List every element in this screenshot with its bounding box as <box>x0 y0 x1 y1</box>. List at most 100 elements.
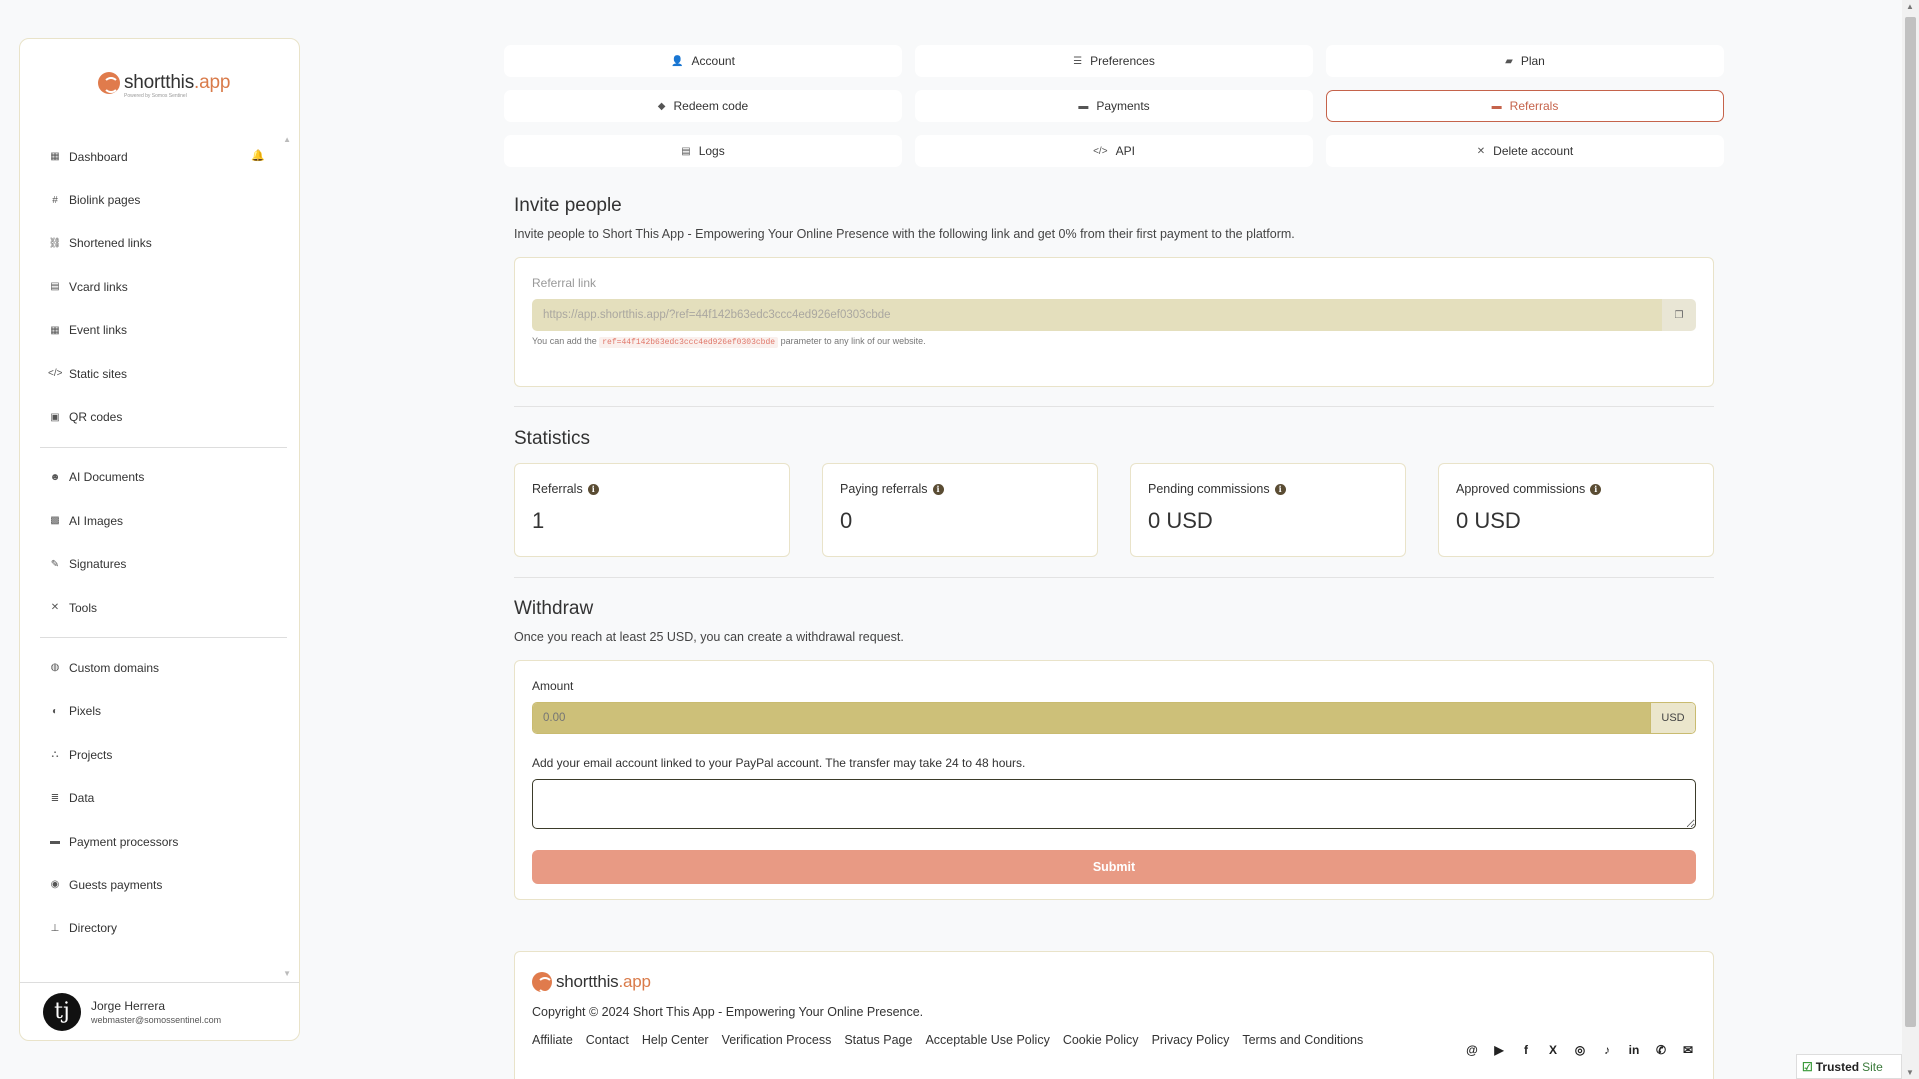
sidebar-item-shortened-links[interactable]: ⛓ Shortened links <box>30 222 283 265</box>
nav-divider <box>40 637 287 639</box>
sidebar-item-vcard-links[interactable]: ▤ Vcard links <box>30 265 283 308</box>
referral-link-input[interactable] <box>532 299 1662 331</box>
amount-input[interactable] <box>533 703 1650 733</box>
sidebar-item-payment-processors[interactable]: ▬ Payment processors <box>30 820 283 863</box>
tab-label: Redeem code <box>673 99 749 113</box>
hashtag-icon: # <box>52 194 58 206</box>
trustedsite-badge[interactable]: ☑ Trusted Site <box>1796 1054 1902 1079</box>
logo-mark-icon <box>532 972 553 993</box>
tab-label: Account <box>691 54 735 68</box>
sidebar-item-directory[interactable]: ⊥ Directory <box>30 907 283 950</box>
robot-icon: ☻ <box>49 471 61 483</box>
sidebar-item-tools[interactable]: ✕ Tools <box>30 586 283 629</box>
qrcode-icon: ▣ <box>50 411 60 423</box>
statistics-cards: Referrals i 1 Paying referrals i 0 Pending com… <box>514 463 1714 557</box>
sidebar-item-biolink-pages[interactable]: # Biolink pages <box>30 178 283 221</box>
stat-value: 1 <box>532 508 545 533</box>
tab-redeem-code[interactable]: ◆ Redeem code <box>504 90 902 122</box>
facebook-icon[interactable]: f <box>1518 1042 1534 1058</box>
stat-card: Paying referrals i 0 <box>822 463 1098 557</box>
signature-icon: ✎ <box>50 558 60 570</box>
sidebar-item-label: Data <box>69 791 95 806</box>
withdraw-form: Amount USD Add your email account linked… <box>514 660 1714 900</box>
invite-description: Invite people to Short This App - Empowe… <box>514 227 1295 241</box>
tiktok-icon[interactable]: ♪ <box>1599 1042 1615 1058</box>
sidebar-item-signatures[interactable]: ✎ Signatures <box>30 543 283 586</box>
vcard-icon: ▤ <box>50 281 60 293</box>
social-links: @ ▶ f X ◎ ♪ in ✆ ✉ <box>1464 1042 1696 1058</box>
nav-scroll-up-icon[interactable]: ▲ <box>283 135 291 144</box>
sidebar-item-event-links[interactable]: ▦ Event links <box>30 309 283 352</box>
tab-payments[interactable]: ▬ Payments <box>915 90 1313 122</box>
stat-card: Pending commissions i 0 USD <box>1130 463 1406 557</box>
sidebar-item-guests-payments[interactable]: ◉ Guests payments <box>30 863 283 906</box>
footer-link-status-page[interactable]: Status Page <box>844 1033 912 1047</box>
instagram-icon[interactable]: ◎ <box>1572 1042 1588 1058</box>
whatsapp-icon[interactable]: ✆ <box>1653 1042 1669 1058</box>
sidebar-item-label: AI Documents <box>69 470 145 485</box>
user-profile[interactable]: tj Jorge Herrera webmaster@somossentinel… <box>20 982 299 1040</box>
globe-icon: ◍ <box>50 662 60 674</box>
page-scrollbar[interactable]: ▲ ▼ <box>1902 0 1919 1079</box>
sidebar-item-custom-domains[interactable]: ◍ Custom domains <box>30 646 283 689</box>
footer-link-help-center[interactable]: Help Center <box>642 1033 709 1047</box>
footer-logo[interactable]: shortthis.app <box>532 972 1696 993</box>
sidebar-item-ai-documents[interactable]: ☻ AI Documents <box>30 456 283 499</box>
info-icon[interactable]: i <box>1590 483 1602 495</box>
brand-logo[interactable]: shortthis.app <box>98 72 230 94</box>
info-icon[interactable]: i <box>932 483 944 495</box>
scroll-up-icon[interactable]: ▲ <box>1906 2 1914 11</box>
x-twitter-icon[interactable]: X <box>1545 1042 1561 1058</box>
sidebar-item-data[interactable]: ≣ Data <box>30 776 283 819</box>
sitemap-icon: ⊥ <box>50 922 60 934</box>
youtube-icon[interactable]: ▶ <box>1491 1042 1507 1058</box>
footer-link-verification-process[interactable]: Verification Process <box>722 1033 832 1047</box>
bell-icon[interactable]: 🔔 <box>251 149 265 162</box>
envelope-icon[interactable]: ✉ <box>1680 1042 1696 1058</box>
coins-icon: ◉ <box>50 879 60 891</box>
paypal-email-textarea[interactable] <box>532 779 1696 829</box>
sidebar-item-static-sites[interactable]: </> Static sites <box>30 352 283 395</box>
sidebar-item-label: QR codes <box>69 410 123 425</box>
sidebar-item-ai-images[interactable]: ▩ AI Images <box>30 499 283 542</box>
sidebar-item-projects[interactable]: ⛬ Projects <box>30 733 283 776</box>
tab-plan[interactable]: ▰ Plan <box>1326 45 1724 77</box>
tab-preferences[interactable]: ☰ Preferences <box>915 45 1313 77</box>
submit-button[interactable]: Submit <box>532 850 1696 884</box>
footer-link-cookie-policy[interactable]: Cookie Policy <box>1063 1033 1139 1047</box>
wallet-icon: ▬ <box>1491 100 1502 112</box>
sidebar-item-label: Static sites <box>69 366 128 381</box>
footer-link-acceptable-use-policy[interactable]: Acceptable Use Policy <box>925 1033 1049 1047</box>
nav-scroll-down-icon[interactable]: ▼ <box>283 969 291 978</box>
copyright: Copyright © 2024 Short This App - Empowe… <box>532 1005 924 1019</box>
footer: shortthis.app Copyright © 2024 Short Thi… <box>514 951 1714 1079</box>
info-icon[interactable]: i <box>587 483 599 495</box>
stat-value: 0 <box>840 508 853 533</box>
user-cog-icon: 👤 <box>671 55 684 67</box>
footer-link-affiliate[interactable]: Affiliate <box>532 1033 573 1047</box>
copy-icon: ❐ <box>1674 309 1684 321</box>
linkedin-icon[interactable]: in <box>1626 1042 1642 1058</box>
calendar-icon: ▦ <box>50 324 60 336</box>
stat-label: Paying referrals i <box>840 482 1080 496</box>
sidebar-item-dashboard[interactable]: ▦ Dashboard 🔔 <box>30 135 283 178</box>
threads-icon[interactable]: @ <box>1464 1042 1480 1058</box>
tab-account[interactable]: 👤 Account <box>504 45 902 77</box>
footer-link-terms-and-conditions[interactable]: Terms and Conditions <box>1242 1033 1363 1047</box>
scrollbar-thumb[interactable] <box>1905 17 1916 1027</box>
sidebar-item-pixels[interactable]: ◐ Pixels <box>30 690 283 733</box>
tab-referrals[interactable]: ▬ Referrals <box>1326 90 1724 122</box>
info-icon[interactable]: i <box>1274 483 1286 495</box>
tab-delete-account[interactable]: ✕ Delete account <box>1326 135 1724 167</box>
sidebar-item-qr-codes[interactable]: ▣ QR codes <box>30 395 283 438</box>
tab-logs[interactable]: ▤ Logs <box>504 135 902 167</box>
footer-link-privacy-policy[interactable]: Privacy Policy <box>1152 1033 1230 1047</box>
footer-link-contact[interactable]: Contact <box>586 1033 629 1047</box>
currency-addon: USD <box>1650 703 1695 733</box>
scroll-down-icon[interactable]: ▼ <box>1906 1068 1914 1077</box>
tab-api[interactable]: </> API <box>915 135 1313 167</box>
images-icon: ▩ <box>50 515 60 527</box>
avatar: tj <box>43 992 81 1031</box>
stat-card: Referrals i 1 <box>514 463 790 557</box>
copy-button[interactable]: ❐ <box>1662 299 1696 331</box>
